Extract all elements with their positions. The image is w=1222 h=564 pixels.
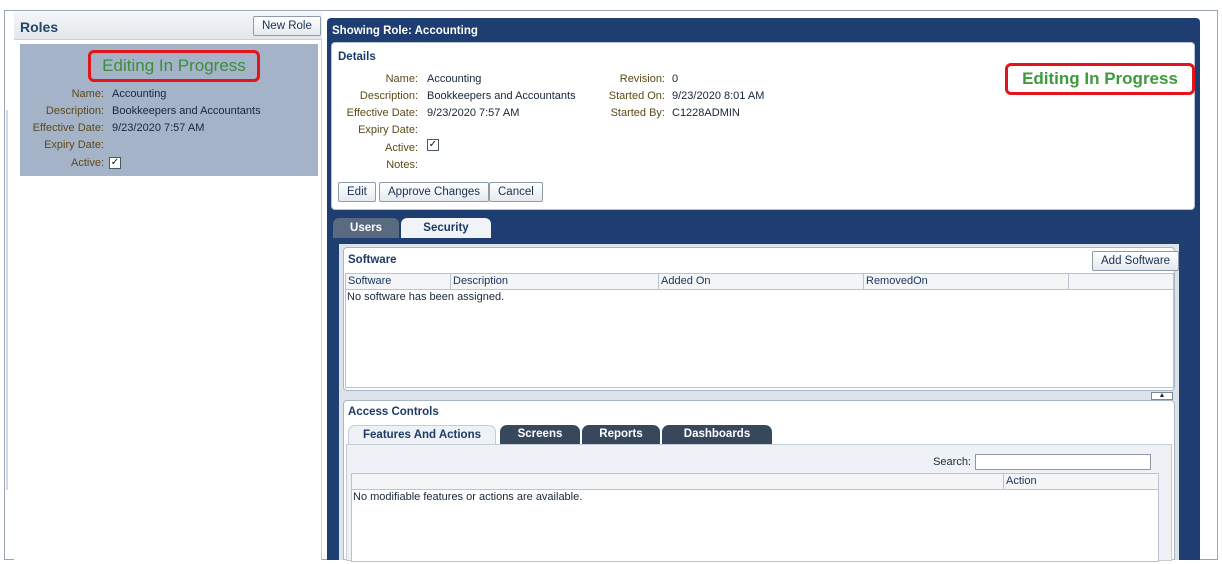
software-empty-message: No software has been assigned. bbox=[347, 291, 505, 303]
add-software-button[interactable]: Add Software bbox=[1092, 251, 1180, 271]
roles-header: Roles New Role bbox=[14, 12, 322, 40]
tab-features-and-actions[interactable]: Features And Actions bbox=[348, 425, 496, 444]
software-section: Software Add Software Software Descripti… bbox=[343, 247, 1180, 391]
details-section: Details Editing In Progress Name: Accoun… bbox=[331, 42, 1195, 210]
column-extra bbox=[1069, 274, 1173, 289]
role-effective-label: Effective Date: bbox=[32, 122, 104, 134]
software-title: Software bbox=[348, 254, 397, 266]
search-input[interactable] bbox=[975, 454, 1151, 470]
name-value: Accounting bbox=[427, 73, 482, 85]
features-grid-body: No modifiable features or actions are av… bbox=[351, 490, 1159, 562]
started-on-value: 9/23/2020 8:01 AM bbox=[672, 90, 765, 102]
tab-security[interactable]: Security bbox=[401, 218, 491, 238]
column-description[interactable]: Description bbox=[451, 274, 659, 289]
tab-screens[interactable]: Screens bbox=[500, 425, 580, 444]
role-description-label: Description: bbox=[45, 105, 104, 117]
column-added-on[interactable]: Added On bbox=[659, 274, 864, 289]
new-role-button[interactable]: New Role bbox=[253, 16, 321, 36]
tab-users[interactable]: Users bbox=[333, 218, 399, 238]
access-controls-section: Access Controls Features And Actions Scr… bbox=[343, 400, 1175, 562]
features-grid-header: Action bbox=[351, 473, 1159, 490]
role-active-label: Active: bbox=[70, 157, 104, 169]
role-effective-value: 9/23/2020 7:57 AM bbox=[112, 122, 205, 134]
cancel-button[interactable]: Cancel bbox=[489, 182, 543, 202]
started-by-label: Started By: bbox=[610, 107, 665, 119]
column-action[interactable]: Action bbox=[1004, 474, 1158, 489]
approve-changes-button[interactable]: Approve Changes bbox=[379, 182, 490, 202]
roles-title: Roles bbox=[20, 19, 59, 35]
active-label: Active: bbox=[384, 142, 418, 154]
column-removed-on[interactable]: RemovedOn bbox=[864, 274, 1069, 289]
active-checkbox: ✓ bbox=[427, 139, 439, 151]
role-description-value: Bookkeepers and Accountants bbox=[112, 105, 261, 117]
editing-status-badge: Editing In Progress bbox=[88, 50, 260, 82]
description-label: Description: bbox=[359, 90, 418, 102]
scroll-rail bbox=[6, 110, 8, 490]
role-detail-panel: Showing Role: Accounting Details Editing… bbox=[327, 18, 1200, 562]
expiry-date-label: Expiry Date: bbox=[358, 124, 418, 136]
role-list-item-accounting[interactable]: Editing In Progress Name: Accounting Des… bbox=[20, 44, 318, 176]
software-grid-body: No software has been assigned. bbox=[345, 290, 1174, 388]
editing-status-banner: Editing In Progress bbox=[1005, 63, 1195, 95]
roles-panel: Roles New Role Editing In Progress Name:… bbox=[14, 12, 322, 560]
showing-role-heading: Showing Role: Accounting bbox=[332, 25, 478, 37]
search-label: Search: bbox=[933, 456, 971, 468]
effective-date-value: 9/23/2020 7:57 AM bbox=[427, 107, 520, 119]
features-actions-panel: Search: Action No modifiable features or… bbox=[346, 444, 1172, 562]
effective-date-label: Effective Date: bbox=[346, 107, 418, 119]
collapse-arrow-icon[interactable]: ▲ bbox=[1151, 392, 1173, 400]
role-active-checkbox: ✓ bbox=[109, 157, 121, 169]
description-value: Bookkeepers and Accountants bbox=[427, 90, 576, 102]
column-feature[interactable] bbox=[352, 474, 1004, 489]
notes-label: Notes: bbox=[386, 159, 418, 171]
features-empty-message: No modifiable features or actions are av… bbox=[353, 491, 583, 503]
edit-button[interactable]: Edit bbox=[338, 182, 376, 202]
details-title: Details bbox=[338, 51, 376, 63]
name-label: Name: bbox=[385, 73, 418, 85]
tab-dashboards[interactable]: Dashboards bbox=[662, 425, 772, 444]
security-tab-content: Software Add Software Software Descripti… bbox=[331, 238, 1185, 562]
software-grid-header: Software Description Added On RemovedOn bbox=[345, 273, 1174, 290]
role-name-value: Accounting bbox=[112, 88, 167, 100]
revision-label: Revision: bbox=[619, 73, 665, 85]
tab-reports[interactable]: Reports bbox=[582, 425, 660, 444]
started-on-label: Started On: bbox=[608, 90, 665, 102]
role-name-label: Name: bbox=[71, 88, 104, 100]
access-controls-title: Access Controls bbox=[348, 406, 439, 418]
started-by-value: C1228ADMIN bbox=[672, 107, 740, 119]
column-software[interactable]: Software bbox=[346, 274, 451, 289]
revision-value: 0 bbox=[672, 73, 679, 85]
role-expiry-label: Expiry Date: bbox=[44, 139, 104, 151]
